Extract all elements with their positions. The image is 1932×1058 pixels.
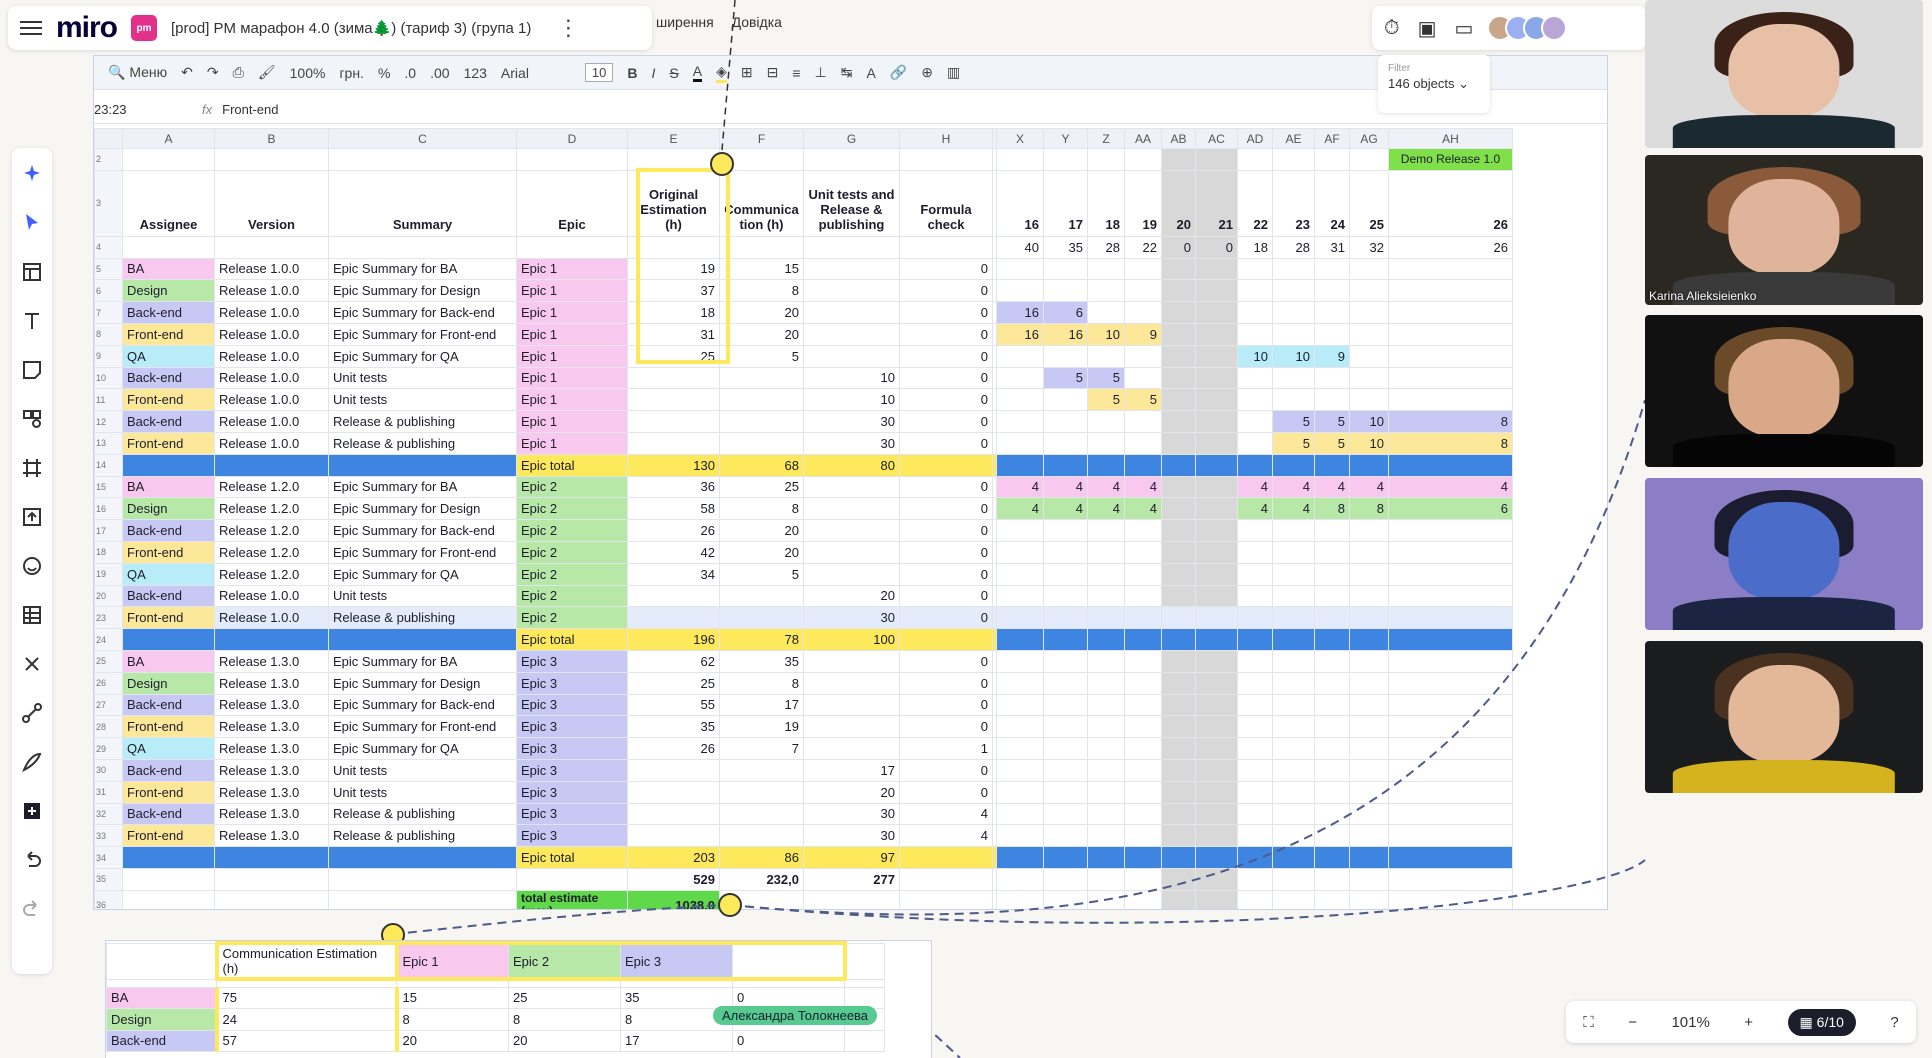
- communication-estimation-table[interactable]: Communication Estimation (h) Epic 1 Epic 2…: [105, 940, 932, 1058]
- epic-header[interactable]: Epic 3: [620, 941, 733, 981]
- zoom-out-button[interactable]: −: [1628, 1014, 1637, 1031]
- cell[interactable]: [620, 978, 733, 988]
- table-row: Back-end 57 20 20 17 0: [106, 1029, 885, 1052]
- epic-header[interactable]: Epic 2: [508, 941, 621, 981]
- cell[interactable]: [844, 978, 885, 988]
- value-cell[interactable]: 24: [214, 1008, 399, 1031]
- mini-header[interactable]: Communication Estimation (h): [214, 941, 399, 981]
- video-tile[interactable]: Karina Alieksieienko: [1645, 155, 1923, 305]
- cell[interactable]: [508, 978, 621, 988]
- value-cell[interactable]: 57: [214, 1029, 399, 1052]
- collaborator-cursor-label: Александра Толокнеева: [713, 1006, 878, 1025]
- value-cell[interactable]: 35: [620, 986, 733, 1009]
- zoom-in-button[interactable]: +: [1744, 1014, 1753, 1031]
- assignee-cell[interactable]: Back-end: [106, 1029, 217, 1052]
- help-icon[interactable]: ?: [1890, 1014, 1898, 1031]
- assignee-cell[interactable]: BA: [106, 986, 217, 1009]
- value-cell[interactable]: 25: [508, 986, 621, 1009]
- assignee-cell[interactable]: Design: [106, 1008, 217, 1031]
- video-tile[interactable]: [1645, 478, 1923, 630]
- value-cell[interactable]: 0: [732, 1029, 845, 1052]
- value-cell[interactable]: 15: [396, 986, 509, 1009]
- participant-name: Karina Alieksieienko: [1649, 289, 1757, 303]
- cell[interactable]: [106, 942, 217, 980]
- cell[interactable]: [106, 978, 217, 988]
- fit-screen-icon[interactable]: ⛶: [1583, 1014, 1594, 1031]
- connector-lines: [392, 0, 1646, 1058]
- video-tile[interactable]: [1645, 0, 1923, 148]
- cell[interactable]: [844, 942, 885, 980]
- cell[interactable]: [216, 978, 397, 988]
- cell[interactable]: [732, 941, 847, 981]
- connector-handle[interactable]: [710, 152, 734, 176]
- zoom-level[interactable]: 101%: [1671, 1014, 1709, 1031]
- cell[interactable]: [396, 978, 509, 988]
- cell[interactable]: [844, 1029, 885, 1052]
- page-counter[interactable]: ▦ 6/10: [1787, 1008, 1856, 1036]
- value-cell[interactable]: 8: [508, 1008, 621, 1031]
- value-cell[interactable]: 75: [214, 986, 399, 1009]
- connector-handle[interactable]: [718, 893, 742, 917]
- zoom-bar: ⛶ − 101% + ▦ 6/10 ?: [1566, 1001, 1916, 1043]
- mini-grid: Communication Estimation (h) Epic 1 Epic 2…: [106, 941, 885, 1052]
- cell[interactable]: [732, 978, 845, 988]
- video-tile[interactable]: [1645, 641, 1923, 793]
- value-cell[interactable]: 8: [396, 1008, 509, 1031]
- epic-header[interactable]: Epic 1: [396, 941, 509, 981]
- value-cell[interactable]: 20: [396, 1029, 509, 1052]
- value-cell[interactable]: 17: [620, 1029, 733, 1052]
- video-tile[interactable]: [1645, 315, 1923, 467]
- value-cell[interactable]: 20: [508, 1029, 621, 1052]
